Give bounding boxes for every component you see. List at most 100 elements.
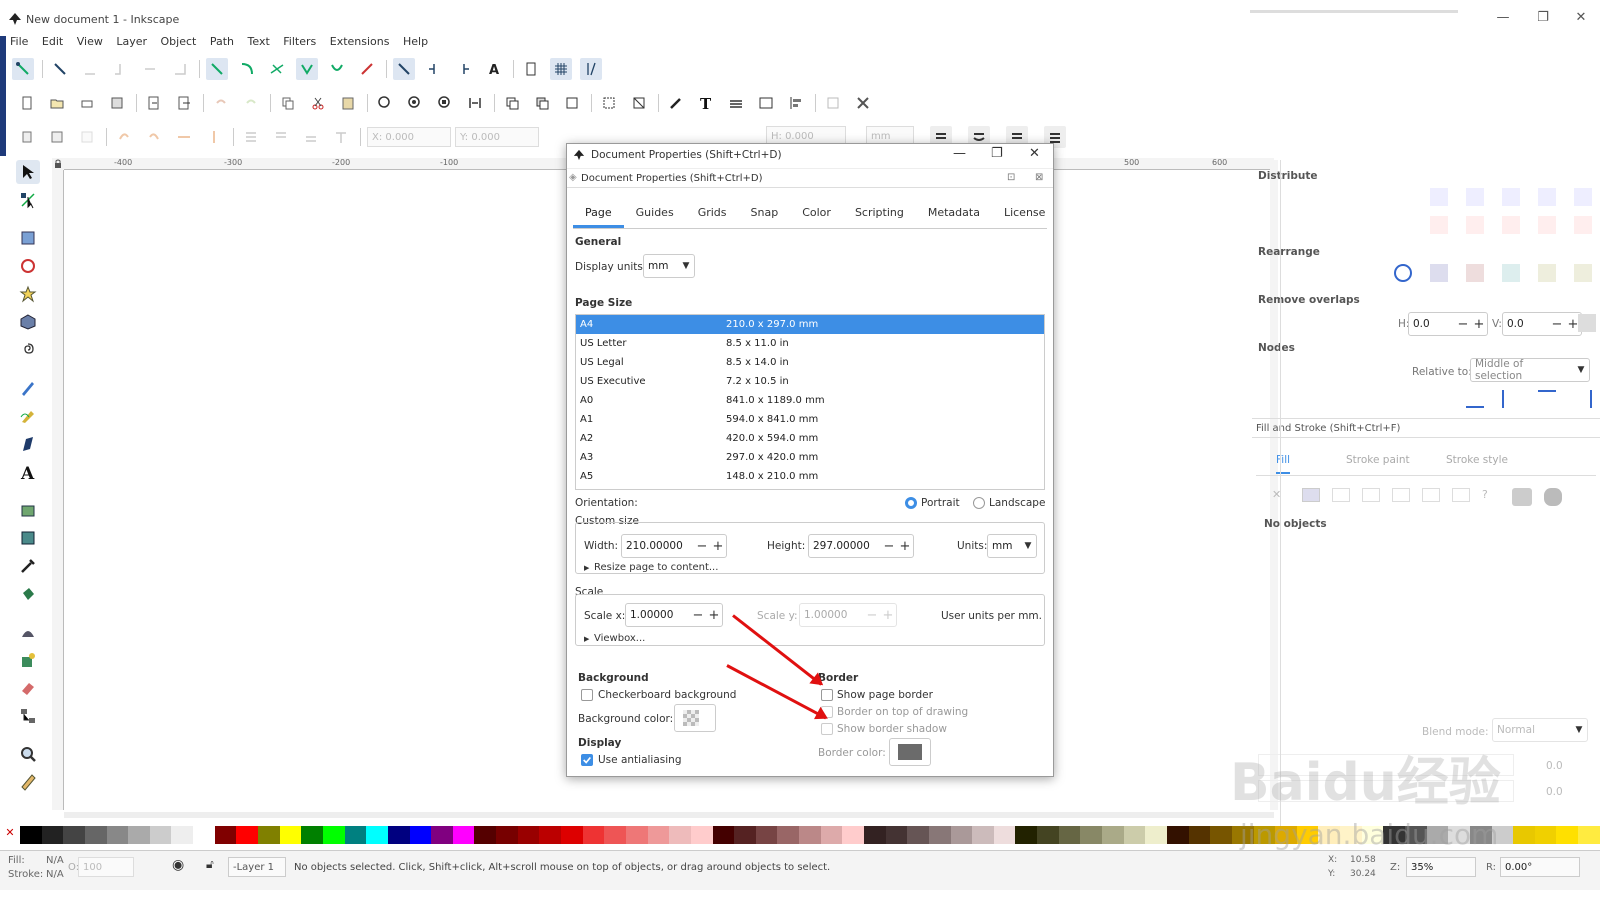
tab-stroke-style[interactable]: Stroke style: [1446, 454, 1508, 466]
flip-vertical-icon[interactable]: [203, 126, 225, 148]
fill-rule-evenodd-icon[interactable]: [1512, 488, 1532, 506]
fill-rule-nonzero-icon[interactable]: [1544, 488, 1562, 506]
pen-tool-icon[interactable]: [16, 404, 40, 428]
distribute-center-icon[interactable]: [1466, 188, 1484, 206]
snap-rotation-icon[interactable]: [453, 58, 475, 80]
plus-icon[interactable]: +: [710, 539, 726, 554]
align-nodes-horizontal-icon[interactable]: [1466, 390, 1484, 408]
snap-text-baseline-icon[interactable]: A: [483, 58, 505, 80]
list-item[interactable]: US Letter 8.5 x 11.0 in: [576, 334, 1044, 353]
palette-swatch[interactable]: [452, 826, 475, 844]
remove-overlaps-icon[interactable]: [1578, 314, 1596, 332]
palette-swatch[interactable]: [171, 826, 194, 844]
palette-swatch[interactable]: [842, 826, 864, 844]
resize-page-expander[interactable]: Resize page to content...: [594, 562, 718, 573]
menu-edit[interactable]: Edit: [42, 34, 63, 50]
palette-swatch[interactable]: [214, 826, 237, 844]
list-item[interactable]: A0 841.0 x 1189.0 mm: [576, 391, 1044, 410]
dialog-close-button[interactable]: ✕: [1029, 146, 1040, 161]
list-item[interactable]: A3 297.0 x 420.0 mm: [576, 448, 1044, 467]
snap-bbox-corner-icon[interactable]: [109, 58, 131, 80]
flat-color-icon[interactable]: [1302, 488, 1320, 502]
snap-bbox-edge-icon[interactable]: [79, 58, 101, 80]
palette-swatch[interactable]: [431, 826, 453, 844]
palette-swatch[interactable]: [258, 826, 280, 844]
swatch-icon[interactable]: [1452, 488, 1470, 502]
palette-swatch[interactable]: [604, 826, 626, 844]
distribute-vgap-icon[interactable]: [1538, 216, 1556, 234]
randomize-icon[interactable]: [1538, 264, 1556, 282]
dropper-tool-icon[interactable]: [16, 554, 40, 578]
palette-swatch[interactable]: [863, 826, 886, 844]
palette-swatch[interactable]: [799, 826, 821, 844]
palette-swatch[interactable]: [279, 826, 302, 844]
menu-extensions[interactable]: Extensions: [330, 34, 390, 50]
maximize-button[interactable]: ❐: [1528, 8, 1558, 28]
opacity-input[interactable]: 100: [78, 857, 134, 877]
palette-swatch[interactable]: [885, 826, 908, 844]
menu-text[interactable]: Text: [248, 34, 270, 50]
align-nodes-vertical-icon[interactable]: [1502, 390, 1520, 408]
horizontal-scrollbar[interactable]: [64, 812, 1274, 818]
open-icon[interactable]: [46, 92, 68, 114]
checkerboard-checkbox[interactable]: [581, 689, 593, 701]
eye-icon[interactable]: ◉: [172, 857, 184, 873]
blend-mode-select[interactable]: Normal ▼: [1492, 718, 1588, 742]
snap-path-icon[interactable]: [236, 58, 258, 80]
align-distribute-icon[interactable]: [785, 92, 807, 114]
mesh-tool-icon[interactable]: [16, 620, 40, 644]
ungroup-icon[interactable]: [628, 92, 650, 114]
palette-swatch[interactable]: [734, 826, 756, 844]
rotate-ccw-icon[interactable]: [113, 126, 135, 148]
raise-top-icon[interactable]: [330, 126, 352, 148]
lock-icon[interactable]: 🔓︎: [206, 857, 214, 872]
tab-scripting[interactable]: Scripting: [843, 199, 916, 228]
palette-swatch[interactable]: [820, 826, 843, 844]
dialog-minimize-button[interactable]: —: [953, 146, 966, 161]
palette-swatch[interactable]: [41, 826, 64, 844]
palette-swatch[interactable]: [322, 826, 345, 844]
tab-metadata[interactable]: Metadata: [916, 199, 992, 228]
calligraphy-tool-icon[interactable]: [16, 432, 40, 456]
node-tool-icon[interactable]: [16, 188, 40, 212]
preferences-icon[interactable]: [852, 92, 874, 114]
radial-gradient-icon[interactable]: [1362, 488, 1380, 502]
pattern-icon[interactable]: [1422, 488, 1440, 502]
snap-intersection-icon[interactable]: [266, 58, 288, 80]
relative-to-select[interactable]: Middle of selection ▼: [1470, 358, 1590, 382]
distribute-bottom-icon[interactable]: [1502, 216, 1520, 234]
redo-icon[interactable]: [240, 92, 262, 114]
gradient-tool-icon[interactable]: [16, 648, 40, 672]
list-item[interactable]: A4 210.0 x 297.0 mm: [576, 315, 1044, 334]
minus-icon[interactable]: −: [690, 608, 706, 623]
snap-bbox-midpoint-icon[interactable]: [139, 58, 161, 80]
list-item[interactable]: US Executive 7.2 x 10.5 in: [576, 372, 1044, 391]
palette-swatch[interactable]: [1534, 826, 1557, 844]
zoom-drawing-icon[interactable]: [404, 92, 426, 114]
distribute-right-icon[interactable]: [1502, 188, 1520, 206]
palette-swatch[interactable]: [928, 826, 951, 844]
snap-nodes-icon[interactable]: [206, 58, 228, 80]
palette-swatch[interactable]: [301, 826, 323, 844]
portrait-radio[interactable]: [905, 497, 917, 509]
tab-guides[interactable]: Guides: [624, 199, 686, 228]
text-tool-icon[interactable]: A: [16, 460, 40, 484]
no-paint-icon[interactable]: ✕: [1272, 488, 1290, 506]
width-input[interactable]: 210.00000− +: [621, 534, 727, 558]
plus-icon[interactable]: +: [897, 539, 913, 554]
menu-help[interactable]: Help: [403, 34, 428, 50]
background-color-button[interactable]: [674, 704, 716, 732]
group-icon[interactable]: [598, 92, 620, 114]
palette-swatch[interactable]: [517, 826, 540, 844]
no-color-swatch[interactable]: ✕: [0, 826, 20, 844]
tab-snap[interactable]: Snap: [739, 199, 791, 228]
exchange-z-icon[interactable]: [1466, 264, 1484, 282]
snap-bbox-center-icon[interactable]: [169, 58, 191, 80]
snap-center-icon[interactable]: [423, 58, 445, 80]
menu-layer[interactable]: Layer: [116, 34, 147, 50]
palette-swatch[interactable]: [1015, 826, 1038, 844]
zoom-tool-icon[interactable]: [16, 742, 40, 766]
close-button[interactable]: ✕: [1566, 8, 1596, 28]
palette-swatch[interactable]: [1166, 826, 1189, 844]
h-gap-input[interactable]: 0.0 − +: [1408, 312, 1488, 336]
